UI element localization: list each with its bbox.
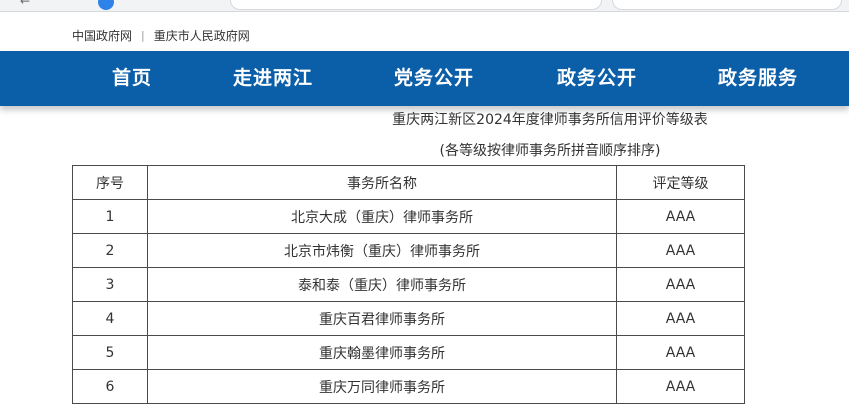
- cell-firm-name: 重庆百君律师事务所: [147, 301, 617, 336]
- table-header-row: 序号 事务所名称 评定等级: [72, 165, 745, 200]
- cell-grade: AAA: [616, 267, 745, 302]
- main-nav-bar: 首页 走进两江 党务公开 政务公开 政务服务: [0, 51, 849, 106]
- cell-firm-name: 北京市炜衡（重庆）律师事务所: [147, 233, 617, 268]
- nav-item-home[interactable]: 首页: [112, 51, 152, 106]
- cell-index: 5: [72, 335, 148, 370]
- link-cq-gov[interactable]: 重庆市人民政府网: [154, 27, 250, 44]
- cell-index: 3: [72, 267, 148, 302]
- address-bar[interactable]: [230, 0, 602, 10]
- table-row: 6 重庆万同律师事务所 AAA: [72, 369, 745, 404]
- cell-index: 4: [72, 301, 148, 336]
- cell-grade: AAA: [616, 233, 745, 268]
- nav-item-about[interactable]: 走进两江: [233, 51, 313, 106]
- credit-grade-table: 序号 事务所名称 评定等级 1 北京大成（重庆）律师事务所 AAA 2 北京市炜…: [72, 165, 745, 404]
- nav-item-gov-services[interactable]: 政务服务: [718, 51, 798, 106]
- header-grade: 评定等级: [616, 165, 745, 200]
- page-subtitle: (各等级按律师事务所拼音顺序排序): [439, 143, 661, 159]
- cell-firm-name: 泰和泰（重庆）律师事务所: [147, 267, 617, 302]
- cell-firm-name: 北京大成（重庆）律师事务所: [147, 199, 617, 234]
- top-links: 中国政府网 | 重庆市人民政府网: [72, 26, 250, 44]
- cell-index: 2: [72, 233, 148, 268]
- link-gov-cn[interactable]: 中国政府网: [72, 27, 132, 44]
- table-row: 5 重庆翰墨律师事务所 AAA: [72, 335, 745, 370]
- cell-grade: AAA: [616, 301, 745, 336]
- cell-index: 6: [72, 369, 148, 404]
- nav-item-gov-affairs[interactable]: 政务公开: [557, 51, 637, 106]
- table-row: 3 泰和泰（重庆）律师事务所 AAA: [72, 267, 745, 302]
- nav-item-party-affairs[interactable]: 党务公开: [394, 51, 474, 106]
- cell-grade: AAA: [616, 199, 745, 234]
- header-firm-name: 事务所名称: [147, 165, 617, 200]
- browser-chrome-strip: ←: [0, 0, 849, 12]
- search-bar[interactable]: [612, 0, 842, 10]
- table-row: 4 重庆百君律师事务所 AAA: [72, 301, 745, 336]
- page-title: 重庆两江新区2024年度律师事务所信用评价等级表: [392, 112, 708, 128]
- table-row: 1 北京大成（重庆）律师事务所 AAA: [72, 199, 745, 234]
- cell-firm-name: 重庆万同律师事务所: [147, 369, 617, 404]
- cell-grade: AAA: [616, 369, 745, 404]
- cell-grade: AAA: [616, 335, 745, 370]
- cell-firm-name: 重庆翰墨律师事务所: [147, 335, 617, 370]
- back-arrow-icon[interactable]: ←: [20, 0, 34, 8]
- table-row: 2 北京市炜衡（重庆）律师事务所 AAA: [72, 233, 745, 268]
- header-index: 序号: [72, 165, 148, 200]
- browser-logo-icon: [98, 0, 114, 10]
- link-separator: |: [141, 28, 145, 42]
- cell-index: 1: [72, 199, 148, 234]
